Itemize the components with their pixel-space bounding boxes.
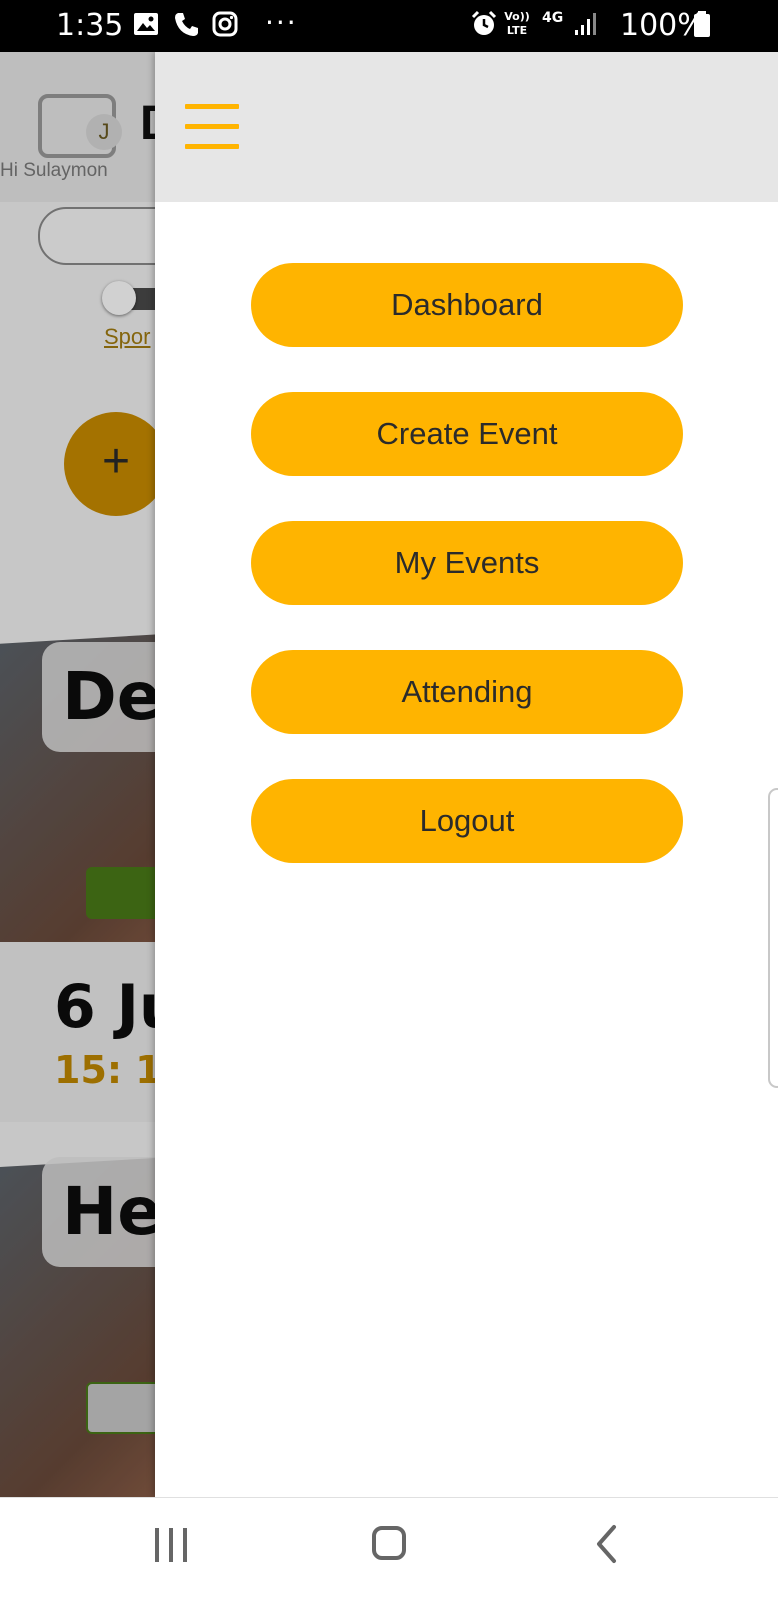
system-nav-bar (0, 1497, 778, 1601)
home-icon[interactable] (372, 1526, 406, 1560)
phone-icon (175, 13, 198, 36)
volte-indicator: Vo)) LTE (504, 10, 530, 37)
my-events-button[interactable]: My Events (251, 521, 683, 605)
attending-button[interactable]: Attending (251, 650, 683, 734)
logout-button[interactable]: Logout (251, 779, 683, 863)
status-bar: 1:35 ··· Vo)) LTE 4G 100% (0, 0, 778, 52)
back-icon[interactable] (594, 1524, 618, 1564)
create-event-button[interactable]: Create Event (251, 392, 683, 476)
instagram-icon (212, 11, 238, 37)
navigation-drawer: Dashboard Create Event My Events Attendi… (155, 52, 778, 1497)
network-type: 4G (542, 10, 564, 26)
signal-icon (575, 13, 596, 35)
hamburger-menu-icon[interactable] (185, 104, 239, 150)
recent-apps-icon[interactable] (155, 1528, 189, 1562)
battery-icon (694, 11, 710, 37)
alarm-icon (471, 10, 497, 35)
notification-overflow: ··· (265, 6, 298, 39)
status-time: 1:35 (56, 8, 124, 43)
edge-panel-handle[interactable] (768, 788, 778, 1088)
dashboard-button[interactable]: Dashboard (251, 263, 683, 347)
gallery-icon (134, 13, 158, 35)
drawer-header (155, 52, 778, 202)
